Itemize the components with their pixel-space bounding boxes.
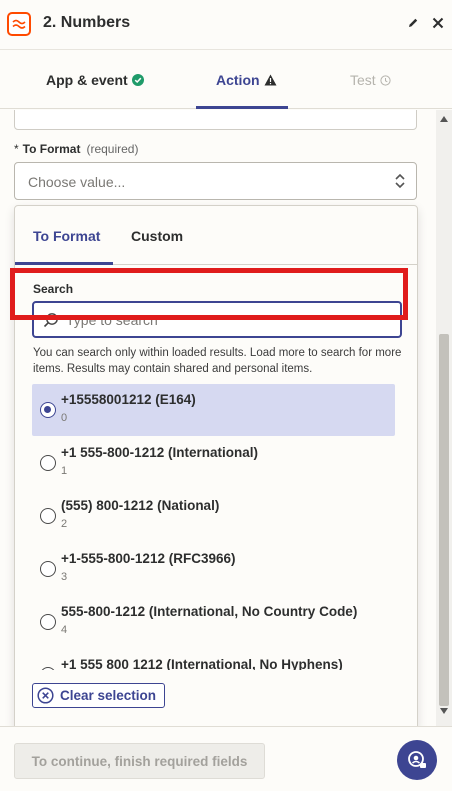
tab-app-event-label: App & event: [46, 72, 128, 88]
option-label: +15558001212 (E164): [61, 392, 196, 407]
radio-button[interactable]: [40, 614, 56, 630]
option-label: (555) 800-1212 (National): [61, 498, 220, 513]
clear-selection-button[interactable]: Clear selection: [32, 683, 165, 708]
help-chat-button[interactable]: [397, 740, 437, 780]
edit-pencil-icon[interactable]: [404, 14, 422, 32]
dropdown-tabs: To Format Custom: [15, 206, 417, 265]
radio-button[interactable]: [40, 455, 56, 471]
option-e164[interactable]: +15558001212 (E164) 0: [32, 384, 395, 436]
option-rfc3966[interactable]: +1-555-800-1212 (RFC3966) 3: [32, 543, 395, 595]
option-no-hyphens[interactable]: +1 555 800 1212 (International, No Hyphe…: [32, 649, 395, 670]
radio-button[interactable]: [40, 667, 56, 670]
scrollbar-thumb[interactable]: [439, 334, 449, 706]
tab-test[interactable]: Test: [350, 72, 391, 88]
options-list: +15558001212 (E164) 0 +1 555-800-1212 (I…: [29, 378, 407, 670]
radio-selected[interactable]: [40, 402, 56, 418]
required-note: (required): [86, 142, 139, 156]
step-form: * To Format (required) Choose value... To …: [0, 110, 436, 726]
search-help-text: You can search only within loaded result…: [33, 347, 402, 375]
search-label: Search: [33, 282, 74, 296]
search-field[interactable]: [32, 301, 402, 338]
step-footer: To continue, finish required fields: [0, 726, 452, 791]
step-title: 2. Numbers: [43, 14, 131, 31]
required-star: *: [14, 142, 19, 156]
chevron-up-down-icon: [395, 173, 405, 189]
option-national[interactable]: (555) 800-1212 (National) 2: [32, 490, 395, 542]
warning-triangle-icon: [264, 74, 277, 86]
tab-test-label: Test: [350, 72, 376, 88]
tab-action-label: Action: [216, 72, 260, 88]
option-value: 1: [61, 465, 68, 477]
clear-x-circle-icon: [37, 687, 54, 704]
option-value: 3: [61, 571, 68, 583]
support-agent-icon: [408, 751, 426, 768]
search-input[interactable]: [66, 310, 386, 330]
tab-custom[interactable]: Custom: [131, 228, 183, 244]
close-icon[interactable]: [428, 13, 448, 33]
radio-button[interactable]: [40, 561, 56, 577]
scroll-up-arrow-icon[interactable]: [440, 116, 448, 122]
active-tab-indicator: [196, 106, 288, 109]
option-label: +1 555 800 1212 (International, No Hyphe…: [61, 657, 343, 670]
select-placeholder: Choose value...: [28, 174, 126, 190]
radio-button[interactable]: [40, 508, 56, 524]
option-international[interactable]: +1 555-800-1212 (International) 1: [32, 437, 395, 489]
scroll-down-arrow-icon[interactable]: [440, 708, 448, 714]
option-label: +1-555-800-1212 (RFC3966): [61, 551, 236, 566]
clock-icon: [380, 74, 391, 86]
option-label: +1 555-800-1212 (International): [61, 445, 258, 460]
search-icon: [43, 313, 58, 328]
formatter-app-icon: [7, 12, 31, 36]
to-format-label: * To Format (required): [14, 142, 138, 156]
previous-field-input[interactable]: [14, 110, 417, 130]
format-dropdown: To Format Custom Search You can search o…: [14, 205, 418, 726]
continue-button[interactable]: To continue, finish required fields: [14, 743, 265, 779]
to-format-select[interactable]: Choose value...: [14, 162, 417, 200]
field-name: To Format: [22, 142, 81, 156]
dropdown-active-tab-indicator: [15, 262, 113, 265]
option-label: 555-800-1212 (International, No Country …: [61, 604, 358, 619]
step-header: 2. Numbers: [0, 0, 452, 50]
option-value: 4: [61, 624, 68, 636]
tab-action[interactable]: Action: [216, 72, 277, 88]
tab-to-format[interactable]: To Format: [33, 228, 100, 244]
step-tabs: App & event Action Test: [0, 50, 452, 109]
clear-selection-label: Clear selection: [60, 688, 157, 703]
option-value: 2: [61, 518, 68, 530]
check-circle-icon: [131, 74, 144, 86]
tab-app-event[interactable]: App & event: [46, 72, 144, 88]
option-value: 0: [61, 412, 68, 424]
page-scrollbar[interactable]: [436, 110, 452, 726]
option-no-country-code[interactable]: 555-800-1212 (International, No Country …: [32, 596, 395, 648]
